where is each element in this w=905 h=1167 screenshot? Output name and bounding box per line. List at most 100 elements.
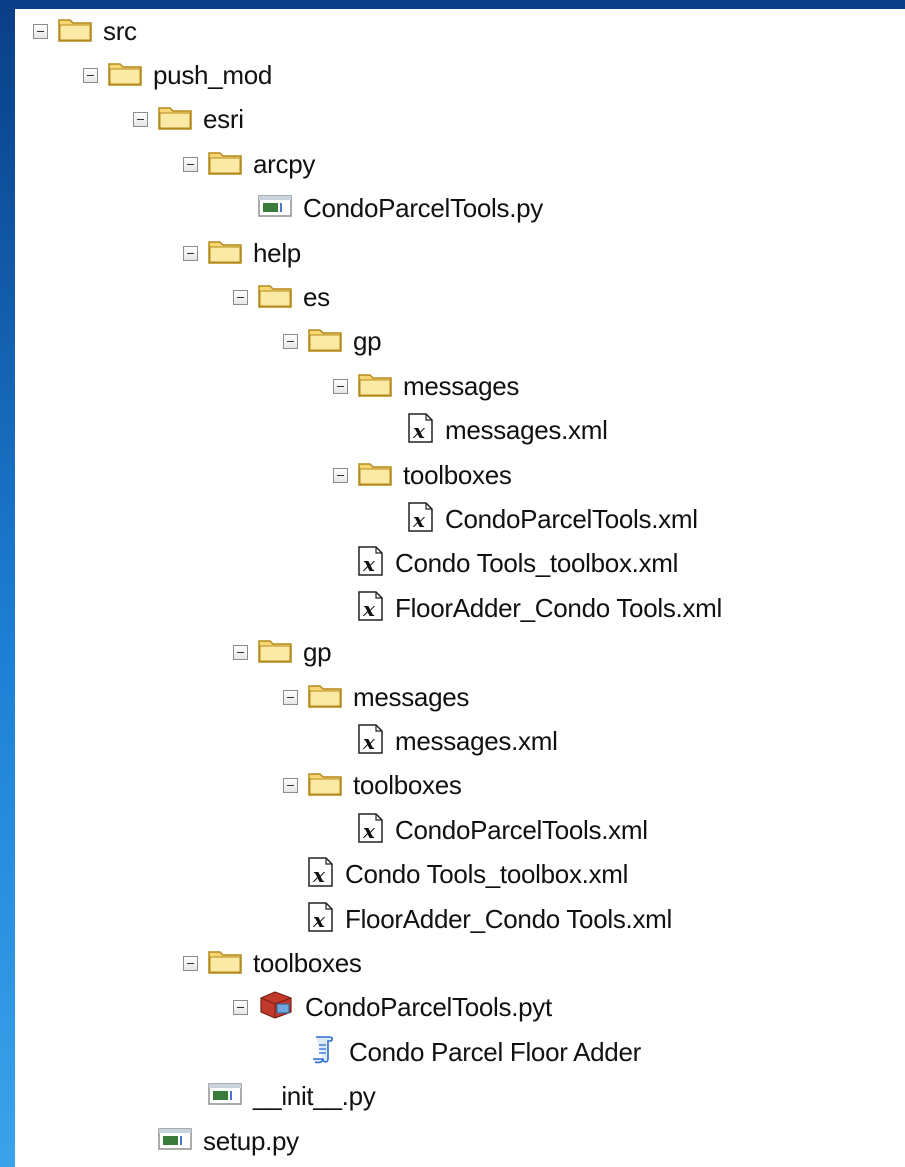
tree-item[interactable]: toolboxes [183,943,362,983]
collapse-toggle-icon[interactable] [183,245,198,261]
tree-item[interactable]: messages [283,677,469,717]
xml-file-icon: x [307,901,335,938]
folder-icon [357,459,393,492]
collapse-toggle-icon[interactable] [283,778,298,794]
tree-item-label: CondoParcelTools.pyt [305,992,552,1023]
folder-icon [257,636,293,669]
tree-item[interactable]: arcpy [183,144,315,184]
collapse-toggle-icon[interactable] [233,289,248,305]
python-toolbox-icon [257,990,295,1025]
script-tool-icon [307,1034,339,1071]
xml-file-icon: x [307,856,335,893]
tree-item-label: FloorAdder_Condo Tools.xml [345,903,673,934]
svg-text:x: x [412,508,426,532]
tree-item[interactable]: x messages.xml [333,721,558,761]
tree-item-label: src [103,15,137,46]
collapse-toggle-icon[interactable] [183,156,198,172]
collapse-toggle-icon[interactable] [183,955,198,971]
python-file-icon [157,1126,193,1157]
tree-item[interactable]: __init__.py [183,1077,376,1117]
folder-icon [357,370,393,403]
xml-file-icon: x [357,545,385,582]
tree-item-label: CondoParcelTools.py [303,193,543,224]
tree-item[interactable]: src [33,11,137,51]
tree-item-label: Condo Tools_toolbox.xml [345,859,629,890]
tree-item[interactable]: Condo Parcel Floor Adder [283,1032,641,1072]
tree-item[interactable]: x messages.xml [383,411,608,451]
folder-icon [307,769,343,802]
tree-item[interactable]: messages [333,366,519,406]
tree-item-label: Condo Tools_toolbox.xml [395,548,679,579]
tree-view-panel: src push_mod esri arcpy CondoParcelTools… [15,9,905,1167]
tree-item-label: toolboxes [403,459,512,490]
tree-item[interactable]: x FloorAdder_Condo Tools.xml [333,588,722,628]
folder-icon [207,237,243,270]
folder-icon [207,947,243,980]
tree-item[interactable]: es [233,277,330,317]
tree-item[interactable]: gp [233,633,332,673]
tree-item-label: CondoParcelTools.xml [395,814,648,845]
xml-file-icon: x [407,412,435,449]
svg-text:x: x [312,863,326,887]
tree-item-label: Condo Parcel Floor Adder [349,1036,641,1067]
tree-item[interactable]: help [183,233,301,273]
xml-file-icon: x [357,812,385,849]
tree-item[interactable]: toolboxes [283,766,462,806]
tree-item[interactable]: x Condo Tools_toolbox.xml [333,544,678,584]
tree-item[interactable]: x Condo Tools_toolbox.xml [283,855,628,895]
tree-item-label: messages [403,370,520,401]
tree-item-label: gp [353,326,382,357]
svg-text:x: x [412,419,426,443]
collapse-toggle-icon[interactable] [233,1000,248,1016]
tree-item-label: toolboxes [353,770,462,801]
folder-icon [307,681,343,714]
svg-text:x: x [362,552,376,576]
svg-text:x: x [362,597,376,621]
collapse-toggle-icon[interactable] [233,645,248,661]
tree-item[interactable]: x CondoParcelTools.xml [383,499,698,539]
tree-item[interactable]: x CondoParcelTools.xml [333,810,648,850]
collapse-toggle-icon[interactable] [33,23,48,39]
tree-item-label: toolboxes [253,947,362,978]
collapse-toggle-icon[interactable] [133,112,148,128]
tree-item-label: messages.xml [395,725,558,756]
collapse-toggle-icon[interactable] [83,67,98,83]
tree-item[interactable]: gp [283,322,382,362]
tree-item[interactable]: esri [133,100,244,140]
tree-item-label: push_mod [153,59,273,90]
folder-icon [307,325,343,358]
collapse-toggle-icon[interactable] [283,689,298,705]
python-file-icon [207,1081,243,1112]
tree-item-label: es [303,281,330,312]
folder-icon [157,103,193,136]
svg-text:x: x [312,908,326,932]
tree-item-label: messages.xml [445,415,608,446]
collapse-toggle-icon[interactable] [283,334,298,350]
svg-text:x: x [362,819,376,843]
tree-item-label: arcpy [253,148,316,179]
collapse-toggle-icon[interactable] [333,467,348,483]
folder-icon [107,59,143,92]
tree-item-label: setup.py [203,1125,299,1156]
svg-text:x: x [362,730,376,754]
tree-item[interactable]: setup.py [133,1121,299,1161]
xml-file-icon: x [357,723,385,760]
tree-item-label: __init__.py [253,1081,376,1112]
tree-item[interactable]: CondoParcelTools.pyt [233,988,552,1028]
folder-icon [57,15,93,48]
folder-icon [257,281,293,314]
tree-item-label: messages [353,681,470,712]
tree-item-label: FloorAdder_Condo Tools.xml [395,592,723,623]
tree-item-label: gp [303,637,332,668]
tree-item[interactable]: x FloorAdder_Condo Tools.xml [283,899,672,939]
tree-item[interactable]: CondoParcelTools.py [233,189,543,229]
tree-item-label: CondoParcelTools.xml [445,503,698,534]
tree-item-label: esri [203,104,244,135]
tree-item[interactable]: push_mod [83,55,272,95]
xml-file-icon: x [357,590,385,627]
python-file-icon [257,193,293,224]
xml-file-icon: x [407,501,435,538]
tree-item[interactable]: toolboxes [333,455,512,495]
folder-icon [207,148,243,181]
collapse-toggle-icon[interactable] [333,378,348,394]
